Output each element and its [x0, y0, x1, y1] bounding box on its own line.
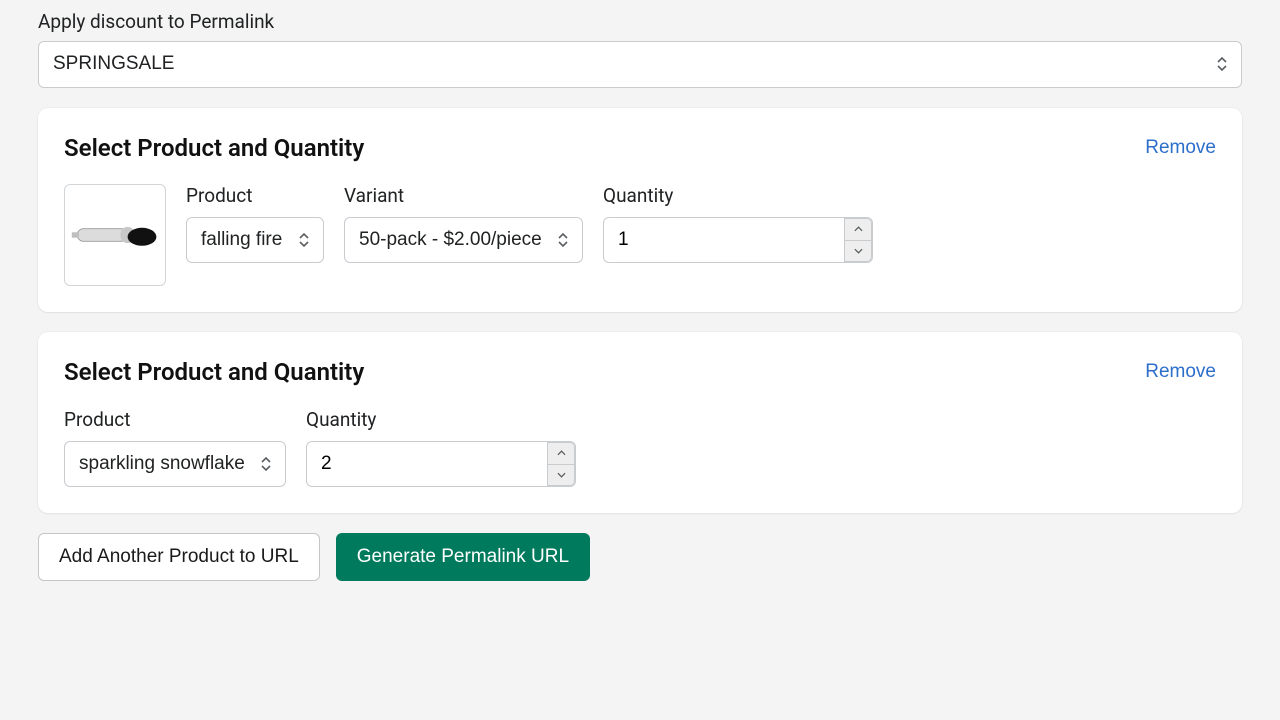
- product-select[interactable]: sparkling snowflake: [64, 441, 286, 488]
- card-title: Select Product and Quantity: [64, 134, 364, 162]
- product-card: Select Product and Quantity Remove Produ…: [38, 108, 1242, 312]
- quantity-stepper: [844, 218, 872, 263]
- variant-select[interactable]: 50-pack - $2.00/piece: [344, 217, 583, 264]
- stepper-down-button[interactable]: [844, 240, 872, 263]
- remove-button[interactable]: Remove: [1145, 361, 1216, 383]
- quantity-input[interactable]: [306, 441, 576, 488]
- product-card: Select Product and Quantity Remove Produ…: [38, 332, 1242, 514]
- generate-url-button[interactable]: Generate Permalink URL: [336, 533, 590, 581]
- remove-button[interactable]: Remove: [1145, 137, 1216, 159]
- discount-select[interactable]: SPRINGSALE: [38, 41, 1242, 88]
- stepper-down-button[interactable]: [547, 464, 575, 487]
- discount-label: Apply discount to Permalink: [38, 10, 1242, 33]
- product-label: Product: [64, 408, 286, 431]
- quantity-stepper: [547, 442, 575, 487]
- stepper-up-button[interactable]: [547, 442, 575, 464]
- quantity-label: Quantity: [603, 184, 873, 207]
- card-title: Select Product and Quantity: [64, 358, 364, 386]
- product-select[interactable]: falling fire: [186, 217, 324, 264]
- quantity-label: Quantity: [306, 408, 576, 431]
- add-product-button[interactable]: Add Another Product to URL: [38, 533, 320, 581]
- product-thumbnail: [64, 184, 166, 286]
- quantity-input[interactable]: [603, 217, 873, 264]
- variant-label: Variant: [344, 184, 583, 207]
- product-label: Product: [186, 184, 324, 207]
- stepper-up-button[interactable]: [844, 218, 872, 240]
